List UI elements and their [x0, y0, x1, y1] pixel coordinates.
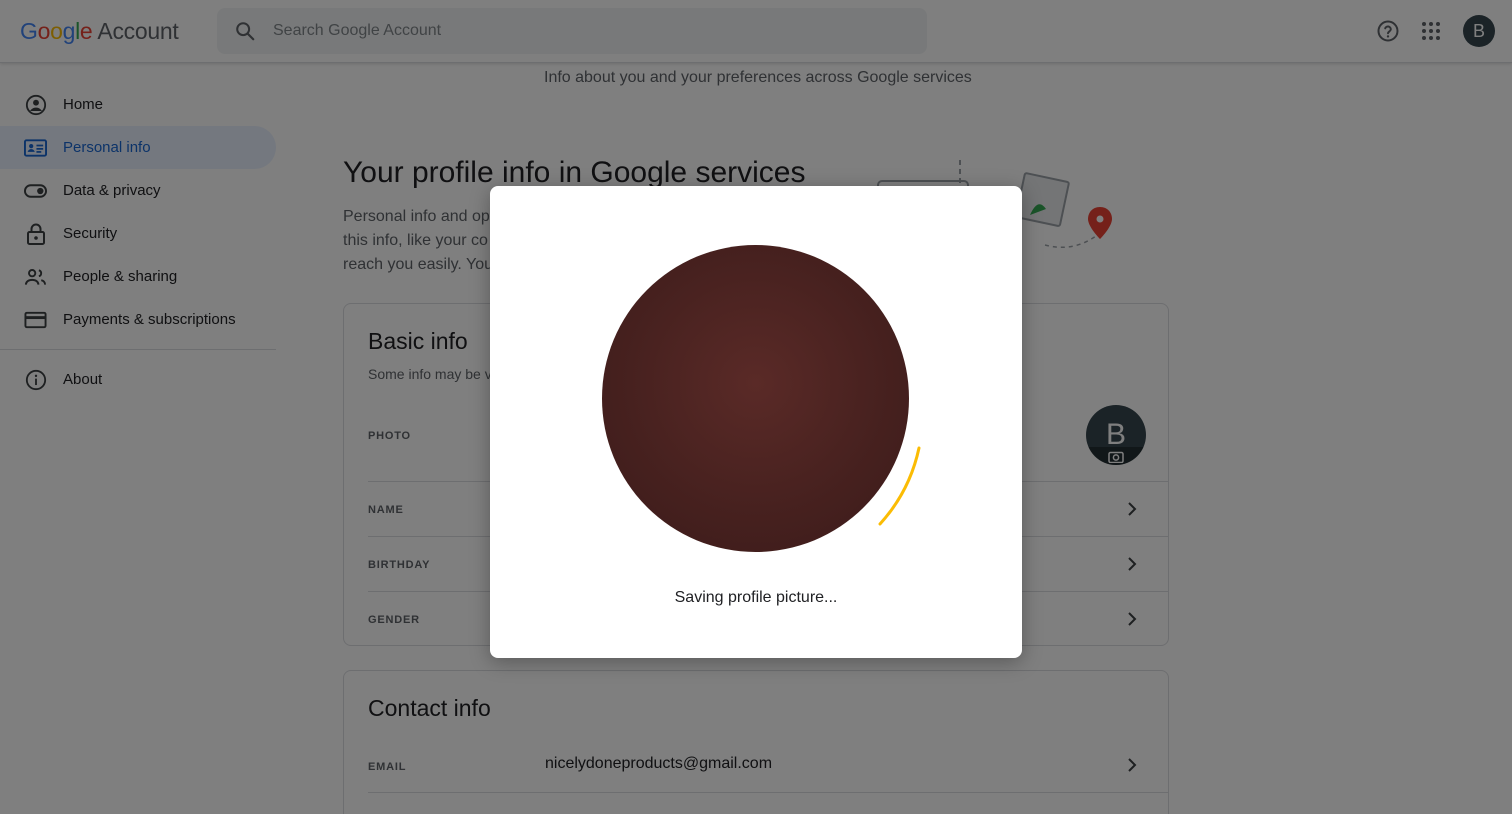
- saving-picture-dialog: Saving profile picture...: [490, 186, 1022, 658]
- progress-spinner: [878, 446, 921, 526]
- saving-status-text: Saving profile picture...: [674, 589, 838, 606]
